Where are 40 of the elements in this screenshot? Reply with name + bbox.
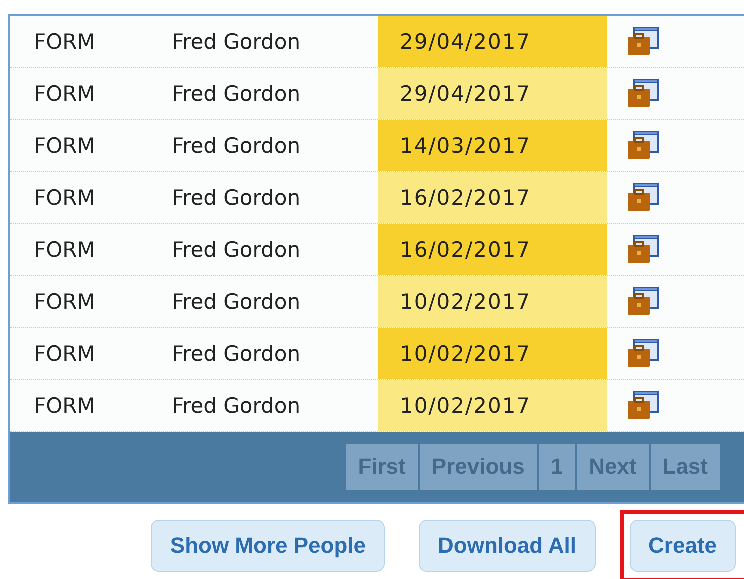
table-cell-text: FORM bbox=[33, 340, 96, 368]
briefcase-icon[interactable] bbox=[627, 390, 659, 422]
briefcase-icon[interactable] bbox=[627, 26, 659, 58]
briefcase-icon[interactable] bbox=[627, 130, 659, 162]
table-cell-text: Fred Gordon bbox=[171, 392, 302, 420]
table-cell: 14/03/2017 bbox=[378, 120, 607, 171]
briefcase-icon[interactable] bbox=[627, 234, 659, 266]
table-cell-text: FORM bbox=[33, 236, 96, 264]
action-button[interactable]: Create bbox=[630, 520, 736, 572]
table-cell: 29/04/2017 bbox=[378, 16, 607, 67]
table-cell-text: Fred Gordon bbox=[171, 236, 302, 264]
pager-button[interactable]: Last bbox=[650, 444, 720, 490]
table-cell-text: Fred Gordon bbox=[171, 80, 302, 108]
table-cell-text: FORM bbox=[33, 80, 96, 108]
table-cell: 16/02/2017 bbox=[378, 224, 607, 275]
table-cell-text: FORM bbox=[33, 392, 96, 420]
briefcase-icon[interactable] bbox=[627, 78, 659, 110]
pager-button[interactable]: First bbox=[346, 444, 418, 490]
table-cell-text: FORM bbox=[33, 288, 96, 316]
table-cell: 10/02/2017 bbox=[378, 328, 607, 379]
pager-button[interactable]: Previous bbox=[420, 444, 537, 490]
table-cell: 29/04/2017 bbox=[378, 68, 607, 119]
briefcase-icon[interactable] bbox=[627, 182, 659, 214]
table-cell: 10/02/2017 bbox=[378, 380, 607, 431]
table-cell-text: Fred Gordon bbox=[171, 340, 302, 368]
table-cell-text: Fred Gordon bbox=[171, 184, 302, 212]
action-button[interactable]: Download All bbox=[419, 520, 596, 572]
table-cell-text: Fred Gordon bbox=[171, 288, 302, 316]
table-cell: 10/02/2017 bbox=[378, 276, 607, 327]
pager-button[interactable]: Next bbox=[577, 444, 649, 490]
pager-button[interactable]: 1 bbox=[538, 444, 576, 490]
briefcase-icon[interactable] bbox=[627, 286, 659, 318]
table-cell-text: FORM bbox=[33, 184, 96, 212]
briefcase-icon[interactable] bbox=[627, 338, 659, 370]
table-cell-text: FORM bbox=[33, 132, 96, 160]
table-cell-text: Fred Gordon bbox=[171, 132, 302, 160]
table-cell: 16/02/2017 bbox=[378, 172, 607, 223]
table-cell-text: FORM bbox=[33, 28, 96, 56]
action-button[interactable]: Show More People bbox=[151, 520, 385, 572]
table-cell-text: Fred Gordon bbox=[171, 28, 302, 56]
